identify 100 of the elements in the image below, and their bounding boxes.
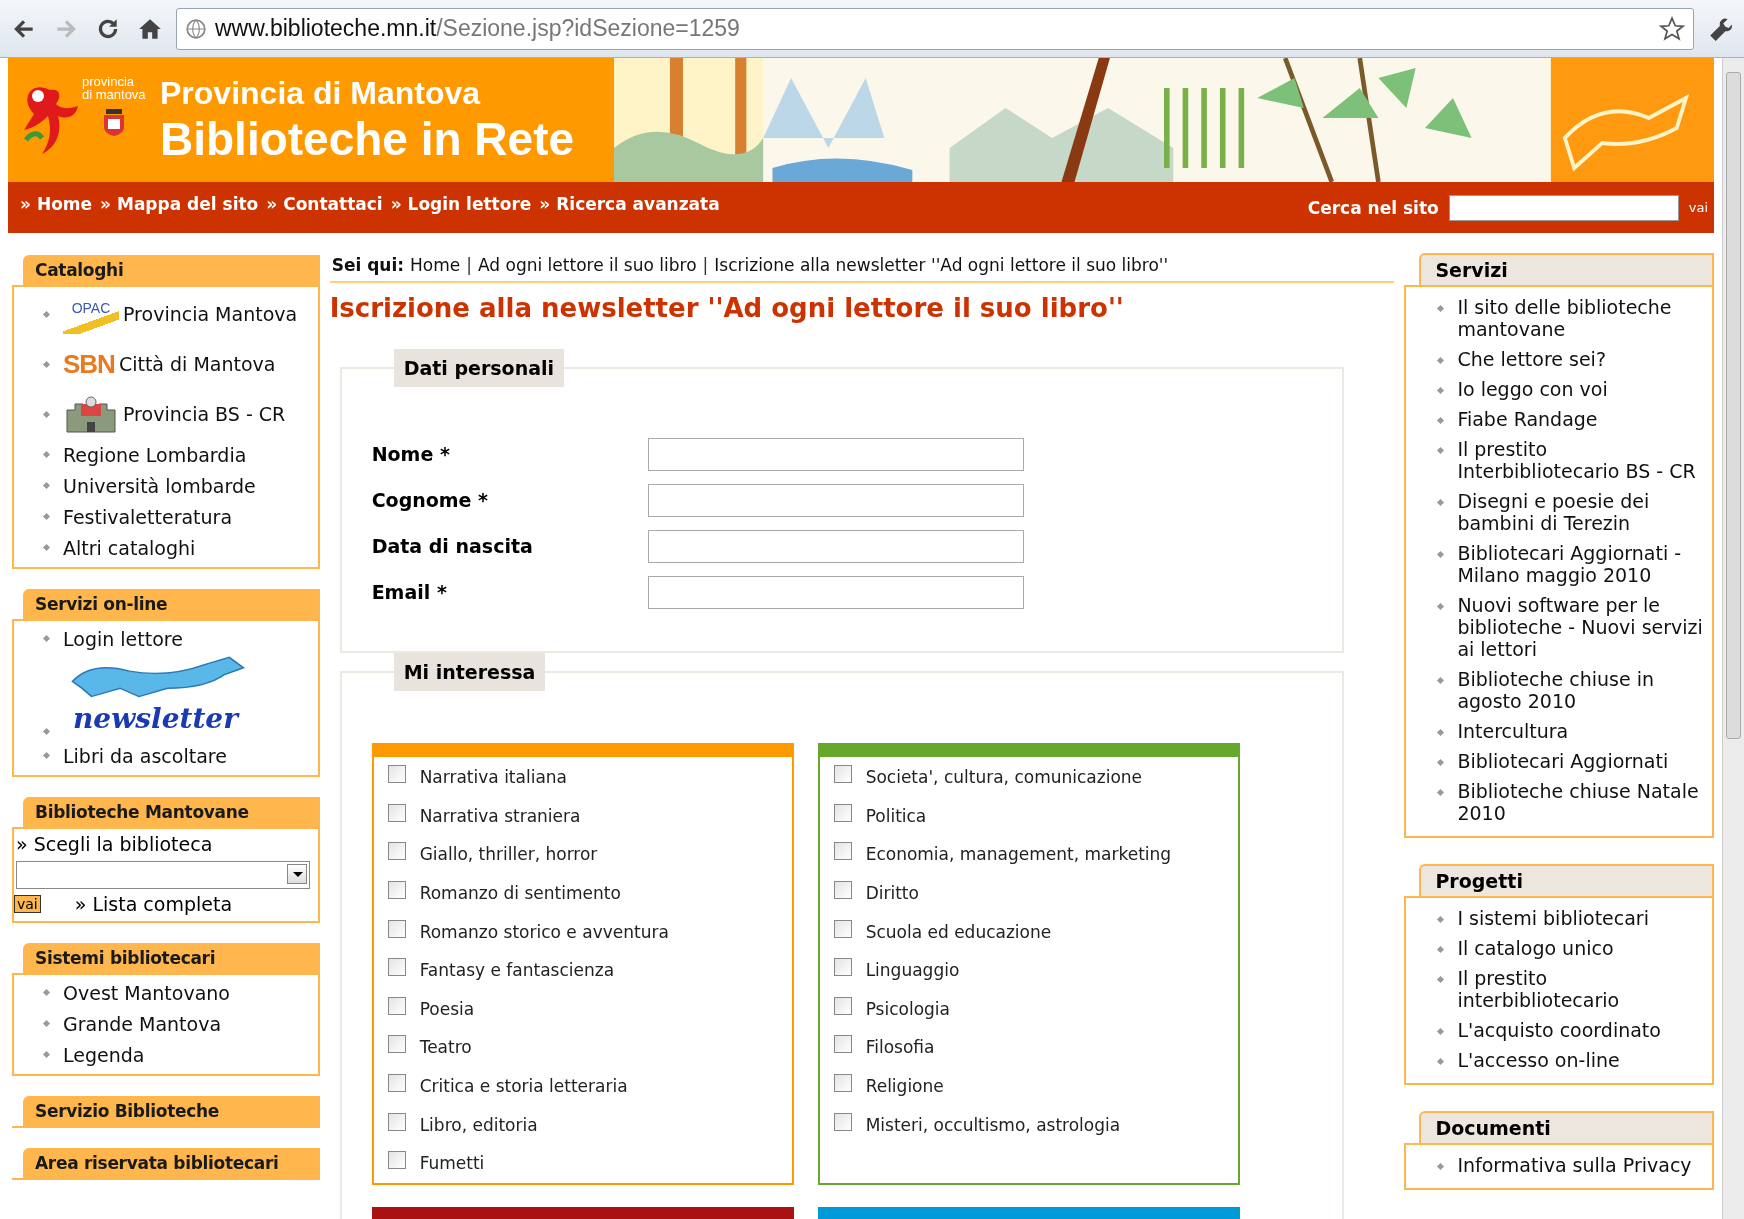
checkbox-label: Scuola ed educazione bbox=[865, 921, 1052, 942]
breadcrumb: Sei qui: Home | Ad ogni lettore il suo libro | Iscrizione alla newsletter ''Ad ogni lettore il suo libro'' bbox=[329, 255, 1395, 283]
sidebar-link[interactable]: Provincia Mantova bbox=[123, 303, 298, 325]
sidebar-link[interactable]: Il catalogo unico bbox=[1457, 937, 1614, 959]
sidebar-link[interactable]: Il prestito Interbibliotecario BS - CR bbox=[1457, 438, 1708, 482]
checkbox[interactable] bbox=[833, 919, 852, 938]
checkbox-label: Fantasy e fantascienza bbox=[419, 960, 615, 981]
castle-icon[interactable] bbox=[63, 394, 119, 434]
checkbox[interactable] bbox=[833, 996, 852, 1015]
go-button[interactable]: vai bbox=[14, 895, 41, 913]
checkbox[interactable] bbox=[387, 765, 406, 784]
logo-text: provincia di mantova bbox=[82, 75, 146, 101]
sidebar-link[interactable]: Fiabe Randage bbox=[1457, 408, 1598, 430]
address-bar[interactable]: www.biblioteche.mn.it/Sezione.jsp?idSezione=1259 bbox=[176, 7, 1694, 50]
scrollbar[interactable] bbox=[1722, 58, 1744, 1219]
bullet-icon bbox=[42, 481, 51, 490]
sidebar-link[interactable]: Intercultura bbox=[1457, 720, 1569, 742]
field-label: Data di nascita bbox=[371, 535, 534, 557]
nav-link[interactable]: » Mappa del sito bbox=[100, 193, 259, 214]
search-field[interactable] bbox=[1448, 194, 1679, 221]
nav-link[interactable]: » Contattaci bbox=[266, 193, 383, 214]
checkbox[interactable] bbox=[387, 919, 406, 938]
checkbox-label: Fumetti bbox=[419, 1153, 485, 1174]
sidebar-link[interactable]: Io leggo con voi bbox=[1457, 378, 1608, 400]
bullet-icon bbox=[1437, 356, 1445, 365]
checkbox[interactable] bbox=[833, 842, 852, 861]
page-title: Iscrizione alla newsletter ''Ad ogni lettore il suo libro'' bbox=[329, 293, 1125, 323]
full-list-link[interactable]: » Lista completa bbox=[74, 893, 233, 915]
nav-link[interactable]: » Login lettore bbox=[390, 193, 532, 214]
bullet-icon bbox=[1437, 758, 1445, 767]
checkbox[interactable] bbox=[387, 958, 406, 977]
bullet-icon bbox=[1437, 550, 1445, 559]
sidebar-link[interactable]: Bibliotecari Aggiornati - Milano maggio 2010 bbox=[1457, 542, 1708, 586]
crest-icon bbox=[102, 107, 126, 137]
sidebar-link[interactable]: Che lettore sei? bbox=[1457, 348, 1606, 370]
select-label: » Scegli la biblioteca bbox=[15, 833, 214, 855]
nav-link[interactable]: » Ricerca avanzata bbox=[539, 193, 720, 214]
sidebar-link[interactable]: Il prestito interbibliotecario bbox=[1457, 967, 1708, 1011]
sidebar-link[interactable]: Ovest Mantovano bbox=[63, 981, 230, 1004]
checkbox[interactable] bbox=[387, 1112, 406, 1131]
checkbox[interactable] bbox=[387, 881, 406, 900]
bullet-icon bbox=[42, 988, 51, 997]
sidebar-link[interactable]: I sistemi bibliotecari bbox=[1457, 907, 1649, 929]
checkbox-label: Filosofia bbox=[865, 1037, 935, 1058]
checkbox[interactable] bbox=[833, 1112, 852, 1131]
checkbox[interactable] bbox=[833, 765, 852, 784]
checkbox[interactable] bbox=[387, 842, 406, 861]
checkbox-label: Teatro bbox=[419, 1037, 472, 1058]
sidebar-link[interactable]: Legenda bbox=[63, 1043, 145, 1066]
bullet-icon bbox=[42, 360, 51, 368]
search-button[interactable]: vai bbox=[1688, 200, 1708, 215]
sidebar-link[interactable]: L'accesso on-line bbox=[1457, 1049, 1620, 1071]
input-field[interactable] bbox=[647, 529, 1024, 563]
sidebar-heading: Biblioteche Mantovane bbox=[23, 797, 320, 827]
sidebar-link[interactable]: Biblioteche chiuse in agosto 2010 bbox=[1457, 668, 1708, 712]
sidebar-link[interactable]: Login lettore bbox=[63, 627, 183, 650]
input-field[interactable] bbox=[647, 437, 1024, 471]
checkbox[interactable] bbox=[387, 1151, 406, 1170]
breadcrumb-link[interactable]: Ad ogni lettore il suo libro bbox=[478, 255, 697, 275]
bullet-icon bbox=[1437, 915, 1445, 924]
checkbox[interactable] bbox=[833, 803, 852, 822]
field-label: Nome * bbox=[371, 443, 451, 465]
star-icon[interactable] bbox=[1659, 15, 1685, 42]
checkbox-label: Psicologia bbox=[865, 998, 950, 1019]
bullet-icon bbox=[42, 543, 51, 552]
checkbox-label: Romanzo di sentimento bbox=[419, 883, 621, 904]
sidebar-link[interactable]: Il sito delle biblioteche mantovane bbox=[1457, 296, 1708, 340]
sidebar-link[interactable]: Città di Mantova bbox=[118, 353, 276, 375]
breadcrumb-link[interactable]: Iscrizione alla newsletter ''Ad ogni lettore il suo libro'' bbox=[714, 255, 1169, 275]
sidebar-link[interactable]: Libri da ascoltare bbox=[63, 744, 227, 767]
checkbox[interactable] bbox=[387, 996, 406, 1015]
checkbox[interactable] bbox=[833, 1074, 852, 1093]
checkbox[interactable] bbox=[387, 1035, 406, 1054]
breadcrumb-link[interactable]: Home bbox=[410, 255, 461, 275]
sidebar-link[interactable]: Bibliotecari Aggiornati bbox=[1457, 750, 1669, 772]
scrollbar-thumb[interactable] bbox=[1726, 72, 1741, 739]
sidebar-link[interactable]: Biblioteche chiuse Natale 2010 bbox=[1457, 780, 1708, 824]
sidebar-link[interactable]: Nuovi software per le biblioteche - Nuovi servizi ai lettori bbox=[1457, 594, 1708, 660]
sidebar-link[interactable]: Regione Lombardia bbox=[63, 443, 247, 466]
sidebar-link[interactable]: Grande Mantova bbox=[63, 1012, 222, 1035]
nav-link[interactable]: » Home bbox=[20, 193, 93, 214]
sidebar-link[interactable]: L'acquisto coordinato bbox=[1457, 1019, 1661, 1041]
checkbox[interactable] bbox=[387, 803, 406, 822]
sidebar-link[interactable]: Università lombarde bbox=[63, 474, 256, 497]
sidebar-link[interactable]: Festivaletteratura bbox=[63, 505, 233, 528]
sidebar-link[interactable]: Disegni e poesie dei bambini di Terezin bbox=[1457, 490, 1708, 534]
checkbox[interactable] bbox=[833, 958, 852, 977]
library-dropdown[interactable] bbox=[16, 861, 310, 889]
bullet-icon bbox=[1437, 676, 1445, 685]
sidebar-link[interactable]: Informativa sulla Privacy bbox=[1457, 1154, 1692, 1176]
newsletter-logo-text[interactable]: newsletter bbox=[73, 702, 238, 736]
checkbox[interactable] bbox=[833, 881, 852, 900]
input-field[interactable] bbox=[647, 483, 1024, 517]
sidebar-link[interactable]: Provincia BS - CR bbox=[123, 403, 286, 425]
sidebar-link[interactable]: Altri cataloghi bbox=[63, 536, 196, 559]
site-title: Biblioteche in Rete bbox=[160, 111, 575, 166]
checkbox-label: Narrativa italiana bbox=[419, 767, 567, 788]
input-field[interactable] bbox=[647, 575, 1024, 609]
checkbox[interactable] bbox=[387, 1074, 406, 1093]
checkbox[interactable] bbox=[833, 1035, 852, 1054]
